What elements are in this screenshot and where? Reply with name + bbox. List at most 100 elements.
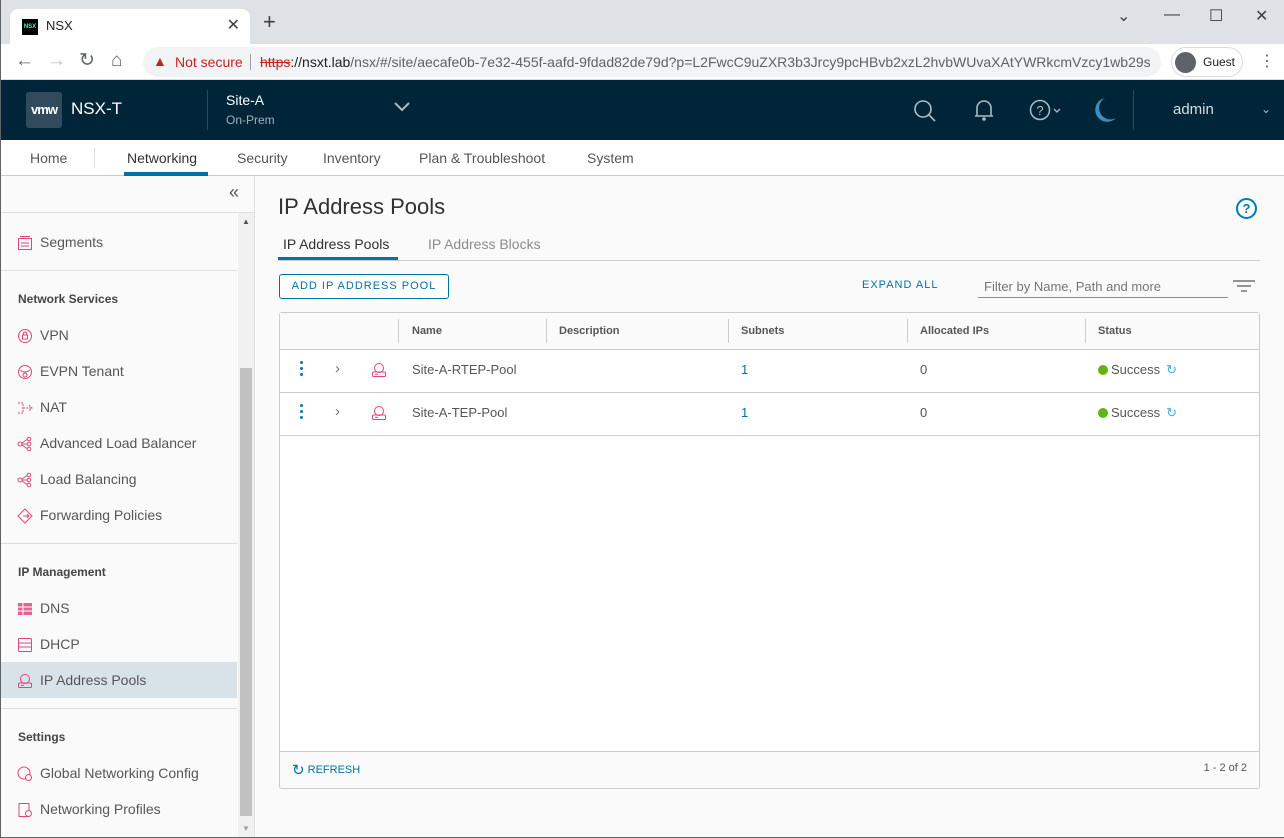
reload-icon[interactable]: ↻ <box>79 50 95 72</box>
site-name[interactable]: Site-A <box>226 92 264 108</box>
allocated-ips: 0 <box>920 362 928 377</box>
column-separator[interactable] <box>728 319 729 343</box>
column-separator[interactable] <box>1085 319 1086 343</box>
maximize-button[interactable]: ☐ <box>1209 6 1223 26</box>
sidebar-item-load-balancing[interactable]: Load Balancing <box>1 461 237 497</box>
section-title-network-services: Network Services <box>18 292 119 306</box>
load-balancer-icon <box>17 436 32 452</box>
expand-row-chevron-icon[interactable]: › <box>335 360 340 377</box>
sidebar-item-evpn-tenant[interactable]: EVPN Tenant <box>1 353 237 389</box>
expand-row-chevron-icon[interactable]: › <box>335 403 340 420</box>
column-header-description[interactable]: Description <box>559 325 620 337</box>
table-footer: ↻ REFRESH 1 - 2 of 2 <box>279 751 1260 789</box>
sidebar-item-segments[interactable]: Segments <box>1 224 237 260</box>
scroll-down-icon[interactable]: ▼ <box>242 824 250 833</box>
refresh-status-icon[interactable]: ↻ <box>1166 362 1177 378</box>
status-text: Success <box>1111 362 1161 377</box>
expand-all-button[interactable]: EXPAND ALL <box>862 279 938 291</box>
active-tab-indicator <box>278 257 398 260</box>
column-header-subnets[interactable]: Subnets <box>741 325 784 337</box>
sidebar-item-label: EVPN Tenant <box>40 363 124 379</box>
row-actions-icon[interactable] <box>300 361 304 379</box>
browser-tab[interactable]: NSX NSX ✕ <box>10 9 250 44</box>
product-name: NSX-T <box>71 99 122 118</box>
sidebar-item-dns[interactable]: DNS <box>1 590 237 626</box>
sidebar-scrollbar[interactable]: ▲ ▼ <box>238 213 254 837</box>
help-icon[interactable]: ? <box>1029 99 1063 128</box>
sidebar: « Segments Network Services VPN EVPN Ten… <box>1 176 255 837</box>
nav-plan-troubleshoot[interactable]: Plan & Troubleshoot <box>419 150 545 166</box>
user-chevron-icon[interactable]: ⌄ <box>1261 102 1271 116</box>
sidebar-item-networking-profiles[interactable]: Networking Profiles <box>1 791 237 827</box>
bell-icon[interactable] <box>973 98 995 127</box>
nav-system[interactable]: System <box>587 150 634 166</box>
subnets-link[interactable]: 1 <box>741 405 748 420</box>
address-bar[interactable]: ▲ Not secure https://nsxt.lab/nsx/#/site… <box>143 47 1161 77</box>
refresh-icon: ↻ <box>292 762 305 779</box>
add-ip-address-pool-button[interactable]: ADD IP ADDRESS POOL <box>279 274 449 299</box>
back-icon[interactable]: ← <box>15 50 34 72</box>
user-menu[interactable]: admin <box>1173 101 1214 118</box>
collapse-sidebar-icon[interactable]: « <box>229 182 239 203</box>
svg-text:?: ? <box>1036 103 1043 118</box>
browser-menu-icon[interactable]: ⋮ <box>1259 51 1275 71</box>
sidebar-item-label: NAT <box>40 399 67 415</box>
sidebar-item-nat[interactable]: NAT <box>1 389 237 425</box>
column-header-status[interactable]: Status <box>1098 325 1132 337</box>
search-icon[interactable] <box>913 99 937 128</box>
warning-icon: ▲ <box>153 53 167 69</box>
nav-networking[interactable]: Networking <box>127 150 197 166</box>
sidebar-item-label: Load Balancing <box>40 471 137 487</box>
nav-home[interactable]: Home <box>30 150 67 166</box>
sidebar-item-global-networking-config[interactable]: Global Networking Config <box>1 755 237 791</box>
column-separator[interactable] <box>907 319 908 343</box>
tab-ip-address-blocks[interactable]: IP Address Blocks <box>428 236 541 252</box>
sidebar-item-dhcp[interactable]: DHCP <box>1 626 237 662</box>
forwarding-icon <box>17 508 33 524</box>
url-text[interactable]: https://nsxt.lab/nsx/#/site/aecafe0b-7e3… <box>260 54 1150 70</box>
column-header-name[interactable]: Name <box>412 325 442 337</box>
segments-icon <box>18 236 32 250</box>
column-separator[interactable] <box>546 319 547 343</box>
row-actions-icon[interactable] <box>300 404 304 422</box>
pool-name: Site-A-TEP-Pool <box>412 405 508 420</box>
security-label: Not secure <box>175 54 243 70</box>
minimize-button[interactable]: — <box>1164 6 1180 24</box>
scrollbar-thumb[interactable] <box>240 368 252 816</box>
close-tab-icon[interactable]: ✕ <box>227 15 240 35</box>
ip-pool-icon <box>372 406 386 420</box>
close-window-button[interactable]: ✕ <box>1255 6 1268 26</box>
subnets-link[interactable]: 1 <box>741 362 748 377</box>
new-tab-button[interactable]: + <box>263 11 276 33</box>
column-header-allocated-ips[interactable]: Allocated IPs <box>920 325 989 337</box>
avatar-icon <box>1175 52 1196 73</box>
refresh-button[interactable]: ↻ REFRESH <box>292 761 360 779</box>
tab-search-icon[interactable]: ⌄ <box>1117 6 1130 26</box>
sidebar-item-ip-address-pools[interactable]: IP Address Pools <box>1 662 237 698</box>
refresh-status-icon[interactable]: ↻ <box>1166 405 1177 421</box>
filter-input[interactable] <box>978 276 1228 298</box>
help-icon[interactable]: ? <box>1236 198 1257 219</box>
sidebar-item-vpn[interactable]: VPN <box>1 317 237 353</box>
scroll-up-icon[interactable]: ▲ <box>242 217 250 226</box>
forward-icon[interactable]: → <box>47 50 66 72</box>
divider <box>1 270 237 271</box>
moon-icon[interactable] <box>1091 96 1117 129</box>
sidebar-item-label: Segments <box>40 234 104 250</box>
site-dropdown-chevron-icon[interactable] <box>392 94 412 120</box>
browser-toolbar: ← → ↻ ⌂ ▲ Not secure https://nsxt.lab/ns… <box>1 44 1284 80</box>
profile-label: Guest <box>1203 55 1236 69</box>
tab-ip-address-pools[interactable]: IP Address Pools <box>283 236 389 252</box>
sidebar-item-advanced-load-balancer[interactable]: Advanced Load Balancer <box>1 425 237 461</box>
sidebar-item-label: VPN <box>40 327 69 343</box>
filter-icon[interactable] <box>1233 280 1255 292</box>
sidebar-item-forwarding-policies[interactable]: Forwarding Policies <box>1 497 237 533</box>
nav-security[interactable]: Security <box>237 150 288 166</box>
nav-inventory[interactable]: Inventory <box>323 150 381 166</box>
profile-button[interactable]: Guest <box>1171 47 1243 77</box>
divider <box>1 543 237 544</box>
success-dot-icon <box>1098 408 1108 418</box>
main-nav: Home Networking Security Inventory Plan … <box>1 140 1284 176</box>
url-path: /nsx/#/site/aecafe0b-7e32-455f-aafd-9fda… <box>350 54 1150 70</box>
home-icon[interactable]: ⌂ <box>111 50 122 72</box>
